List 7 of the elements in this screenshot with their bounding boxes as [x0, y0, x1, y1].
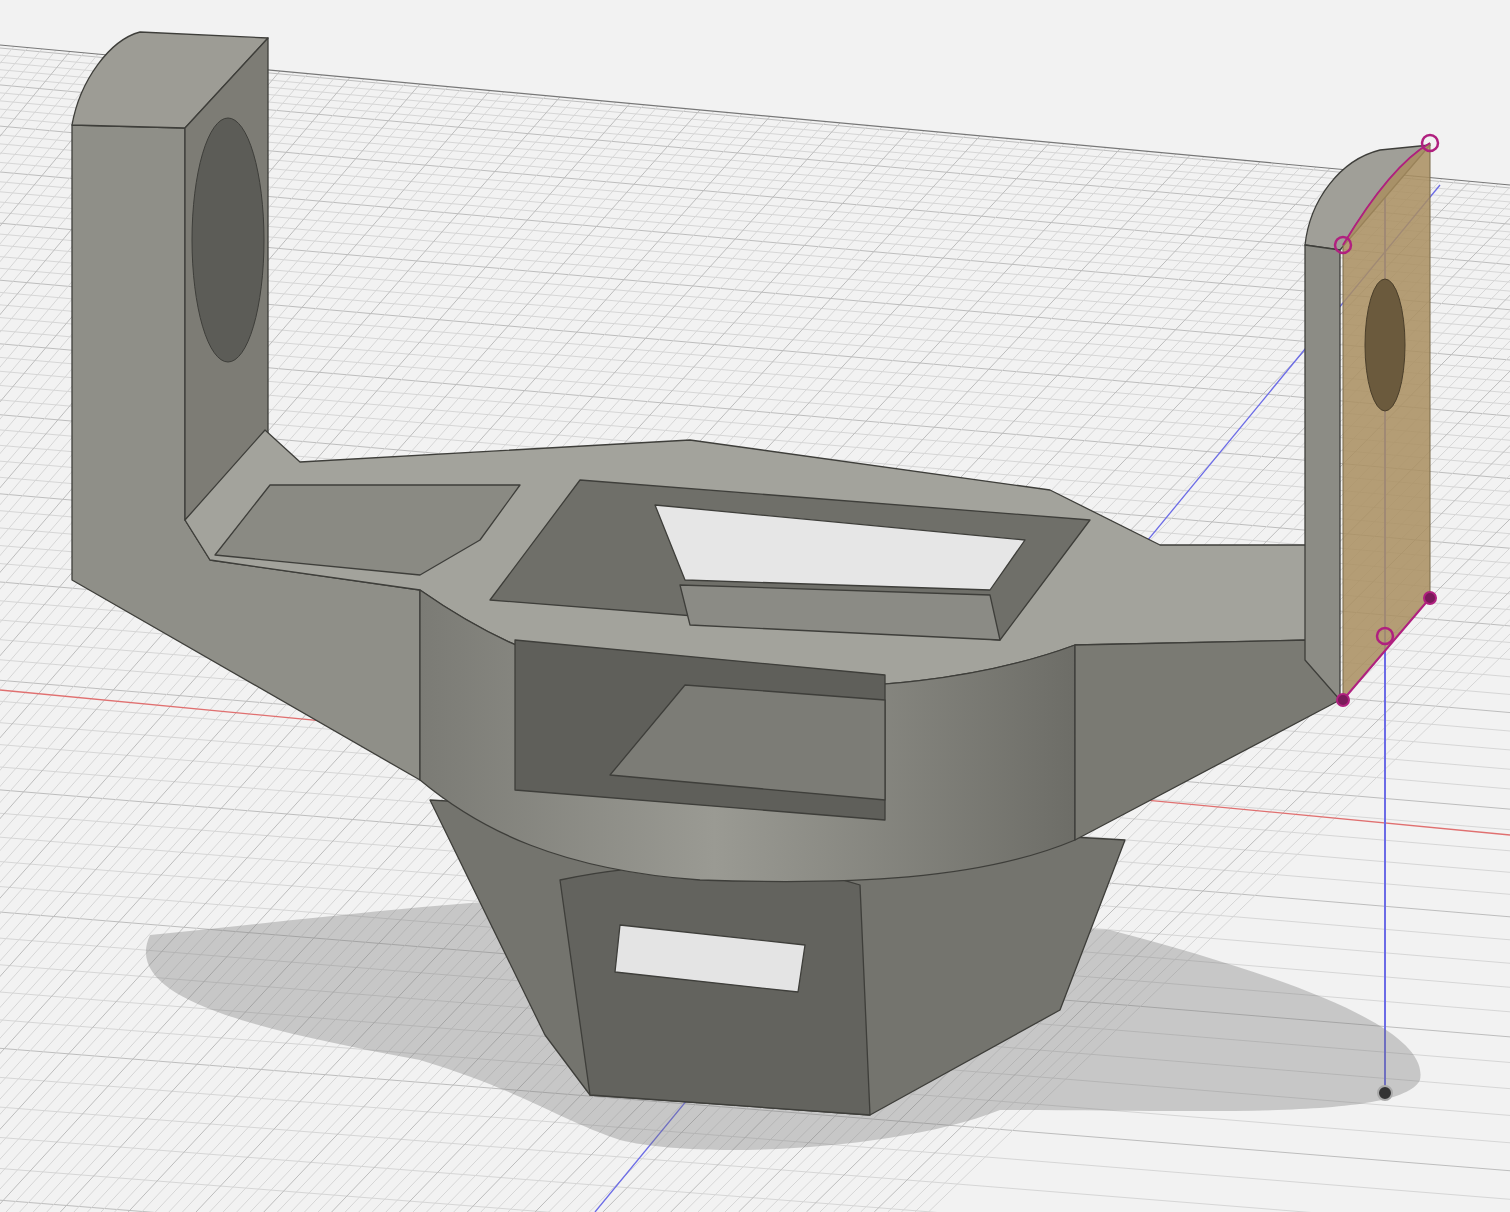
- cad-model-drawing[interactable]: [71, 31, 1440, 1116]
- sketch-point[interactable]: [1423, 591, 1437, 605]
- sketch-point[interactable]: [1375, 626, 1395, 646]
- sketch-point[interactable]: [1420, 133, 1440, 153]
- origin-point[interactable]: [1377, 1085, 1393, 1101]
- sketch-profile-drawing[interactable]: [1333, 133, 1440, 707]
- sketch-point[interactable]: [1336, 693, 1350, 707]
